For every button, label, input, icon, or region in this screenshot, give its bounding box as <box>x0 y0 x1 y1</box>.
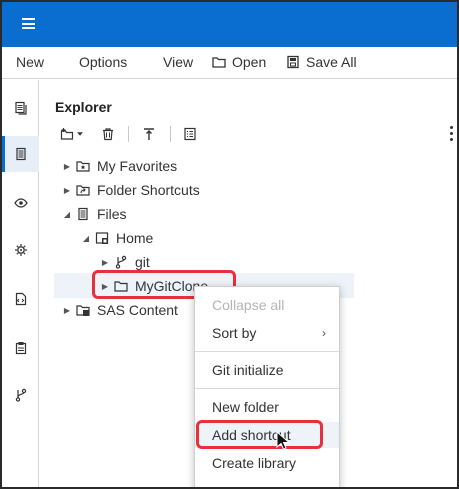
sidebar-item-git[interactable] <box>2 377 39 413</box>
menu-open[interactable]: Open <box>212 54 266 70</box>
collapse-to-top-icon <box>144 128 154 140</box>
content-server-icon <box>76 305 90 316</box>
folder-shortcut-icon <box>76 185 90 196</box>
expand-arrow-icon[interactable]: ▶ <box>99 282 111 291</box>
toolbar-divider <box>170 126 171 142</box>
sidebar-item-tasks[interactable] <box>2 232 39 268</box>
sidebar-item-libraries[interactable] <box>2 185 39 221</box>
app-window: New Options View Open Save All Explorer … <box>0 0 459 489</box>
collapse-to-top-button[interactable] <box>142 124 156 144</box>
home-folder-icon <box>95 232 109 244</box>
document-code-icon <box>15 292 26 306</box>
tree-item-sas-content[interactable]: ▶ SAS Content <box>61 298 178 322</box>
tree-item-label: Folder Shortcuts <box>97 182 200 198</box>
git-branch-icon <box>15 388 26 402</box>
collapse-arrow-icon[interactable]: ◢ <box>61 210 73 219</box>
sidebar-item-explorer[interactable] <box>2 136 39 172</box>
expand-arrow-icon[interactable]: ▶ <box>99 258 111 267</box>
folder-icon <box>212 57 226 68</box>
explorer-title: Explorer <box>55 99 112 115</box>
list-details-icon <box>184 127 196 141</box>
toolbar-divider <box>128 126 129 142</box>
tree-item-files[interactable]: ◢ Files <box>61 202 127 226</box>
tree-item-git[interactable]: ▶ git <box>99 250 150 274</box>
more-options-icon[interactable] <box>450 126 454 142</box>
menu-save-all[interactable]: Save All <box>286 54 357 70</box>
ctx-item-new-folder[interactable]: New folder <box>195 394 339 420</box>
new-item-button[interactable] <box>60 124 84 144</box>
ctx-item-collapse-all: Collapse all <box>212 297 285 313</box>
ctx-item-sort-by[interactable]: Sort by › <box>195 320 339 346</box>
tree-item-label: git <box>135 254 150 270</box>
file-explorer-icon <box>15 147 26 161</box>
tree-item-label: SAS Content <box>97 302 178 318</box>
trash-icon <box>103 128 113 141</box>
menu-bar: New Options View Open Save All <box>2 47 457 79</box>
save-all-icon <box>287 55 299 69</box>
eye-icon <box>13 198 28 208</box>
top-app-bar <box>2 2 457 47</box>
hamburger-menu-icon[interactable] <box>22 18 35 29</box>
tree-item-home[interactable]: ◢ Home <box>80 226 153 250</box>
expand-arrow-icon[interactable]: ▶ <box>61 186 73 195</box>
delete-button[interactable] <box>101 124 115 144</box>
menu-view[interactable]: View <box>163 54 193 70</box>
activity-sidebar <box>2 80 39 487</box>
context-menu: Collapse all Sort by › Git initialize Ne… <box>194 286 340 487</box>
menu-new[interactable]: New <box>16 54 44 70</box>
properties-button[interactable] <box>183 124 197 144</box>
sidebar-item-clipboard[interactable] <box>2 330 39 366</box>
sidebar-item-snippets[interactable] <box>2 281 39 317</box>
tree-item-my-favorites[interactable]: ▶ My Favorites <box>61 154 177 178</box>
tree-item-label: My Favorites <box>97 158 178 174</box>
tree-item-mygitclone[interactable]: ▶ MyGitClone <box>99 274 208 298</box>
ctx-item-create-library[interactable]: Create library <box>195 450 339 476</box>
tree-item-folder-shortcuts[interactable]: ▶ Folder Shortcuts <box>61 178 200 202</box>
chevron-right-icon: › <box>322 326 326 340</box>
git-branch-icon <box>115 255 127 269</box>
expand-arrow-icon[interactable]: ▶ <box>61 162 73 171</box>
caret-down-icon <box>77 132 83 136</box>
file-server-icon <box>78 207 88 221</box>
tree-item-label: Files <box>97 206 127 222</box>
gear-icon <box>14 244 27 256</box>
expand-arrow-icon[interactable]: ▶ <box>61 306 73 315</box>
ctx-divider <box>195 388 339 389</box>
collapse-arrow-icon[interactable]: ◢ <box>80 234 92 243</box>
new-item-icon <box>60 128 74 140</box>
folder-star-icon <box>76 161 90 172</box>
sidebar-item-open-items[interactable] <box>2 90 39 126</box>
clipboard-icon <box>15 342 26 355</box>
folder-icon <box>114 281 128 292</box>
documents-icon <box>14 101 27 115</box>
ctx-item-git-initialize[interactable]: Git initialize <box>195 357 339 383</box>
tree-item-label: Home <box>116 230 154 246</box>
ctx-divider <box>195 351 339 352</box>
ctx-item-add-shortcut[interactable]: Add shortcut <box>195 422 339 448</box>
menu-options[interactable]: Options <box>79 54 127 70</box>
